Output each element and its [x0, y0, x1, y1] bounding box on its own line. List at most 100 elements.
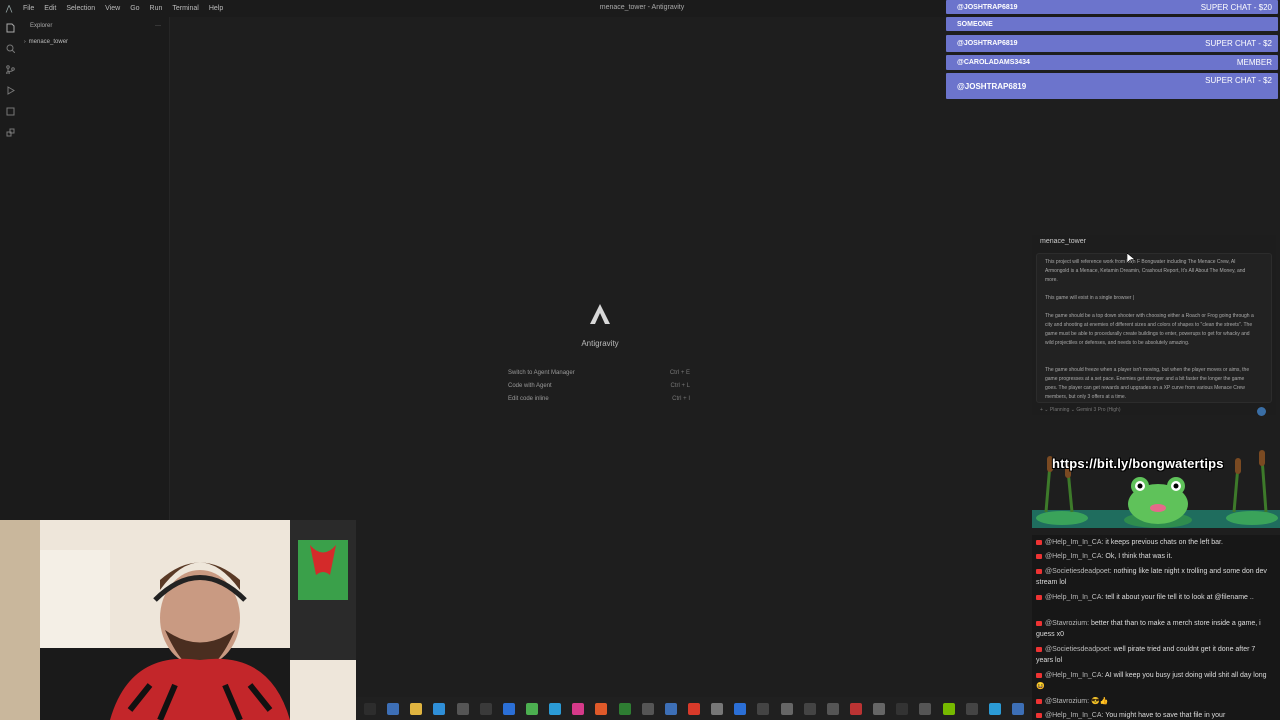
superchat-row: @CAROLADAMS3434 MEMBER: [946, 55, 1278, 70]
chat-message: @Help_Im_In_CA: Ok, I think that was it.: [1036, 551, 1274, 562]
chat-message: @Help_Im_In_CA: tell it about your file …: [1036, 592, 1274, 603]
app-icon[interactable]: [826, 702, 839, 715]
app-icon[interactable]: [757, 702, 770, 715]
webcam-feed: [0, 520, 356, 720]
superchat-user: @CAROLADAMS3434: [957, 59, 1030, 66]
app-logo-icon: ⋀: [5, 4, 13, 13]
chat-user: @Societiesdeadpoet:: [1045, 568, 1112, 575]
superchat-user: SOMEONE: [957, 20, 993, 28]
chat-user: @Help_Im_In_CA:: [1045, 712, 1104, 719]
remote-icon[interactable]: [0, 101, 20, 122]
chat-text: tell it about your file tell it to look …: [1105, 594, 1254, 601]
menu-file[interactable]: File: [18, 5, 39, 12]
search-icon[interactable]: [0, 38, 20, 59]
shortcut-code-with-agent[interactable]: Code with Agent Ctrl + L: [508, 383, 694, 395]
folder-row[interactable]: › menace_tower: [20, 35, 169, 48]
youtube-icon: [1036, 620, 1042, 626]
taskbar: [356, 697, 1032, 720]
app-icon[interactable]: [849, 702, 862, 715]
source-control-icon[interactable]: [0, 59, 20, 80]
app-icon[interactable]: [549, 702, 562, 715]
app-icon[interactable]: [525, 702, 538, 715]
chat-user: @Stavrozium:: [1045, 698, 1090, 705]
streamer-video: [0, 520, 356, 720]
app-icon[interactable]: [664, 702, 677, 715]
chat-message: @Stavrozium: better that than to make a …: [1036, 618, 1274, 640]
app-icon[interactable]: [919, 702, 932, 715]
shortcut-edit-inline[interactable]: Edit code inline Ctrl + I: [508, 396, 694, 408]
shortcut-agent-manager[interactable]: Switch to Agent Manager Ctrl + E: [508, 370, 694, 382]
chat-message: @Societiesdeadpoet: nothing like late ni…: [1036, 566, 1274, 588]
superchat-row: @JOSHTRAP6819 SUPER CHAT - $2: [946, 35, 1278, 52]
shortcut-keys: Ctrl + I: [672, 396, 690, 402]
agent-panel-title: menace_tower: [1040, 238, 1086, 245]
menu-go[interactable]: Go: [125, 5, 144, 12]
superchat-amount: SUPER CHAT - $20: [1200, 2, 1272, 12]
send-icon[interactable]: [1257, 407, 1266, 416]
excel-icon[interactable]: [618, 702, 631, 715]
frog-pond-art: [1032, 450, 1280, 528]
mouse-cursor-icon: [1127, 253, 1135, 265]
menu-run[interactable]: Run: [145, 5, 168, 12]
app-icon[interactable]: [456, 702, 469, 715]
menu-edit[interactable]: Edit: [39, 5, 61, 12]
antigravity-logo-icon: [590, 304, 610, 324]
superchat-amount: MEMBER: [1236, 58, 1272, 67]
prompt-paragraph: The game should freeze when a player isn…: [1045, 367, 1250, 400]
chat-user: @Stavrozium:: [1045, 620, 1090, 627]
nvidia-icon[interactable]: [942, 702, 955, 715]
chat-text: it keeps previous chats on the left bar.: [1105, 539, 1223, 546]
extensions-icon[interactable]: [0, 122, 20, 143]
menu-terminal[interactable]: Terminal: [167, 5, 203, 12]
steam-icon[interactable]: [479, 702, 492, 715]
chat-message: @Help_Im_In_CA: You might have to save t…: [1036, 710, 1274, 720]
start-icon[interactable]: [364, 702, 376, 715]
live-chat: @Help_Im_In_CA: it keeps previous chats …: [1032, 535, 1280, 720]
app-icon[interactable]: [803, 702, 816, 715]
browser-icon[interactable]: [387, 702, 400, 715]
app-icon[interactable]: [780, 702, 793, 715]
youtube-icon: [1036, 568, 1042, 574]
app-icon[interactable]: [734, 702, 747, 715]
app-icon[interactable]: [595, 702, 608, 715]
menu-selection[interactable]: Selection: [61, 5, 100, 12]
app-icon[interactable]: [1011, 702, 1024, 715]
chat-user: @Help_Im_In_CA:: [1045, 594, 1104, 601]
shortcut-label: Code with Agent: [508, 383, 552, 389]
app-icon[interactable]: [641, 702, 654, 715]
more-actions-icon[interactable]: ···: [155, 23, 161, 29]
agent-prompt-input[interactable]: This project will reference work from Do…: [1036, 253, 1272, 403]
run-debug-icon[interactable]: [0, 80, 20, 101]
agent-model-selector[interactable]: + ⌄ Planning ⌄ Gemini 3 Pro (High): [1040, 407, 1121, 413]
shortcut-keys: Ctrl + L: [670, 383, 690, 389]
app-icon[interactable]: [873, 702, 886, 715]
chat-text: You might have to save that file in your: [1105, 712, 1226, 719]
prompt-paragraph: This project will reference work from Do…: [1045, 259, 1246, 283]
app-icon[interactable]: [502, 702, 515, 715]
app-icon[interactable]: [711, 702, 724, 715]
chat-user: @Help_Im_In_CA:: [1045, 539, 1104, 546]
youtube-icon: [1036, 698, 1042, 704]
chat-message: @Societiesdeadpoet: well pirate tried an…: [1036, 644, 1274, 666]
superchat-user: @JOSHTRAP6819: [957, 3, 1018, 11]
youtube-icon: [1036, 553, 1042, 559]
chevron-right-icon: ›: [24, 38, 26, 45]
app-icon[interactable]: [572, 702, 585, 715]
app-icon[interactable]: [896, 702, 909, 715]
chat-message: @Help_Im_In_CA: it keeps previous chats …: [1036, 537, 1274, 548]
file-explorer-icon[interactable]: [410, 702, 423, 715]
shortcut-label: Switch to Agent Manager: [508, 370, 575, 376]
edge-icon[interactable]: [433, 702, 446, 715]
folder-name: menace_tower: [28, 38, 69, 45]
chrome-icon[interactable]: [687, 702, 700, 715]
explorer-icon[interactable]: [0, 17, 20, 38]
app-name: Antigravity: [581, 339, 619, 348]
app-icon[interactable]: [965, 702, 978, 715]
chat-text: Ok, I think that was it.: [1105, 553, 1173, 560]
app-icon[interactable]: [988, 702, 1001, 715]
youtube-icon: [1036, 712, 1042, 718]
superchat-amount: SUPER CHAT - $2: [1205, 39, 1272, 48]
menu-view[interactable]: View: [100, 5, 125, 12]
menu-help[interactable]: Help: [204, 5, 228, 12]
youtube-icon: [1036, 594, 1042, 600]
